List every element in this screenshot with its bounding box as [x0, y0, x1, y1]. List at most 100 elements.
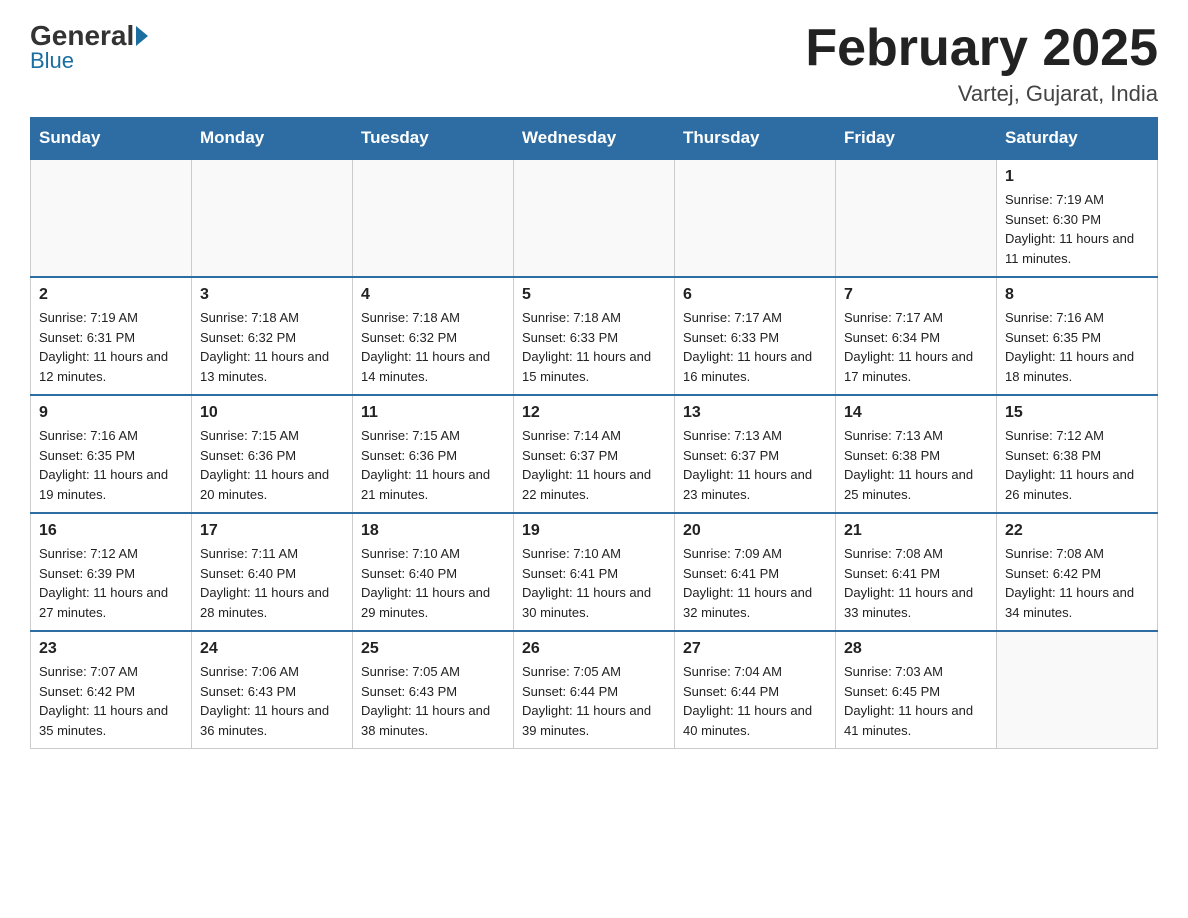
calendar-cell: 18Sunrise: 7:10 AMSunset: 6:40 PMDayligh…	[353, 513, 514, 631]
logo: General Blue	[30, 20, 150, 74]
day-number: 2	[39, 286, 183, 304]
calendar-cell: 17 Sunrise: 7:11 AMSunset: 6:40 PMDayligh…	[192, 513, 353, 631]
day-number: 24	[200, 640, 344, 658]
day-info: Sunrise: 7:10 AMSunset: 6:40 PMDaylight:…	[361, 544, 505, 622]
day-info: Sunrise: 7:08 AMSunset: 6:42 PMDaylight:…	[1005, 544, 1149, 622]
calendar-cell: 22 Sunrise: 7:08 AMSunset: 6:42 PMDayligh…	[997, 513, 1158, 631]
day-info: Sunrise: 7:18 AMSunset: 6:33 PMDaylight:…	[522, 308, 666, 386]
calendar-cell	[192, 159, 353, 277]
day-info: Sunrise: 7:11 AMSunset: 6:40 PMDaylight:…	[200, 544, 344, 622]
calendar-cell: 3 Sunrise: 7:18 AMSunset: 6:32 PMDaylight…	[192, 277, 353, 395]
weekday-header-saturday: Saturday	[997, 118, 1158, 160]
day-info: Sunrise: 7:05 AMSunset: 6:44 PMDaylight:…	[522, 662, 666, 740]
day-number: 4	[361, 286, 505, 304]
calendar-cell	[997, 631, 1158, 749]
calendar-cell	[31, 159, 192, 277]
calendar-cell: 5 Sunrise: 7:18 AMSunset: 6:33 PMDaylight…	[514, 277, 675, 395]
day-info: Sunrise: 7:12 AMSunset: 6:39 PMDaylight:…	[39, 544, 183, 622]
day-number: 16	[39, 522, 183, 540]
calendar-cell: 24 Sunrise: 7:06 AMSunset: 6:43 PMDayligh…	[192, 631, 353, 749]
calendar-cell: 28Sunrise: 7:03 AMSunset: 6:45 PMDayligh…	[836, 631, 997, 749]
day-info: Sunrise: 7:10 AMSunset: 6:41 PMDaylight:…	[522, 544, 666, 622]
calendar-cell	[514, 159, 675, 277]
day-info: Sunrise: 7:18 AMSunset: 6:32 PMDaylight:…	[361, 308, 505, 386]
day-number: 3	[200, 286, 344, 304]
day-info: Sunrise: 7:15 AMSunset: 6:36 PMDaylight:…	[200, 426, 344, 504]
day-number: 19	[522, 522, 666, 540]
calendar-cell: 11 Sunrise: 7:15 AMSunset: 6:36 PMDayligh…	[353, 395, 514, 513]
day-info: Sunrise: 7:06 AMSunset: 6:43 PMDaylight:…	[200, 662, 344, 740]
weekday-header-thursday: Thursday	[675, 118, 836, 160]
day-number: 25	[361, 640, 505, 658]
day-info: Sunrise: 7:17 AMSunset: 6:33 PMDaylight:…	[683, 308, 827, 386]
calendar-week-row: 23Sunrise: 7:07 AMSunset: 6:42 PMDayligh…	[31, 631, 1158, 749]
logo-blue-text: Blue	[30, 48, 74, 74]
month-title: February 2025	[805, 20, 1158, 77]
day-info: Sunrise: 7:13 AMSunset: 6:37 PMDaylight:…	[683, 426, 827, 504]
day-info: Sunrise: 7:15 AMSunset: 6:36 PMDaylight:…	[361, 426, 505, 504]
calendar-week-row: 16 Sunrise: 7:12 AMSunset: 6:39 PMDayligh…	[31, 513, 1158, 631]
location-label: Vartej, Gujarat, India	[805, 81, 1158, 107]
page-header: General Blue February 2025 Vartej, Gujar…	[30, 20, 1158, 107]
calendar-table: SundayMondayTuesdayWednesdayThursdayFrid…	[30, 117, 1158, 749]
day-number: 28	[844, 640, 988, 658]
calendar-week-row: 1Sunrise: 7:19 AMSunset: 6:30 PMDaylight…	[31, 159, 1158, 277]
day-info: Sunrise: 7:05 AMSunset: 6:43 PMDaylight:…	[361, 662, 505, 740]
calendar-cell: 27 Sunrise: 7:04 AMSunset: 6:44 PMDayligh…	[675, 631, 836, 749]
day-number: 6	[683, 286, 827, 304]
day-number: 14	[844, 404, 988, 422]
day-number: 5	[522, 286, 666, 304]
calendar-cell	[353, 159, 514, 277]
day-number: 20	[683, 522, 827, 540]
day-number: 17	[200, 522, 344, 540]
calendar-cell: 23Sunrise: 7:07 AMSunset: 6:42 PMDayligh…	[31, 631, 192, 749]
calendar-cell: 4 Sunrise: 7:18 AMSunset: 6:32 PMDaylight…	[353, 277, 514, 395]
calendar-cell: 12 Sunrise: 7:14 AMSunset: 6:37 PMDayligh…	[514, 395, 675, 513]
calendar-cell: 25 Sunrise: 7:05 AMSunset: 6:43 PMDayligh…	[353, 631, 514, 749]
day-info: Sunrise: 7:13 AMSunset: 6:38 PMDaylight:…	[844, 426, 988, 504]
calendar-cell: 21Sunrise: 7:08 AMSunset: 6:41 PMDayligh…	[836, 513, 997, 631]
day-number: 13	[683, 404, 827, 422]
day-number: 22	[1005, 522, 1149, 540]
day-number: 26	[522, 640, 666, 658]
day-info: Sunrise: 7:12 AMSunset: 6:38 PMDaylight:…	[1005, 426, 1149, 504]
title-area: February 2025 Vartej, Gujarat, India	[805, 20, 1158, 107]
day-info: Sunrise: 7:04 AMSunset: 6:44 PMDaylight:…	[683, 662, 827, 740]
day-info: Sunrise: 7:19 AMSunset: 6:31 PMDaylight:…	[39, 308, 183, 386]
weekday-header-tuesday: Tuesday	[353, 118, 514, 160]
day-info: Sunrise: 7:17 AMSunset: 6:34 PMDaylight:…	[844, 308, 988, 386]
day-number: 12	[522, 404, 666, 422]
day-info: Sunrise: 7:16 AMSunset: 6:35 PMDaylight:…	[1005, 308, 1149, 386]
day-info: Sunrise: 7:14 AMSunset: 6:37 PMDaylight:…	[522, 426, 666, 504]
weekday-header-monday: Monday	[192, 118, 353, 160]
calendar-cell: 10 Sunrise: 7:15 AMSunset: 6:36 PMDayligh…	[192, 395, 353, 513]
day-info: Sunrise: 7:08 AMSunset: 6:41 PMDaylight:…	[844, 544, 988, 622]
weekday-header-friday: Friday	[836, 118, 997, 160]
day-info: Sunrise: 7:09 AMSunset: 6:41 PMDaylight:…	[683, 544, 827, 622]
day-number: 7	[844, 286, 988, 304]
calendar-cell: 26 Sunrise: 7:05 AMSunset: 6:44 PMDayligh…	[514, 631, 675, 749]
calendar-week-row: 9Sunrise: 7:16 AMSunset: 6:35 PMDaylight…	[31, 395, 1158, 513]
calendar-cell	[836, 159, 997, 277]
calendar-cell: 9Sunrise: 7:16 AMSunset: 6:35 PMDaylight…	[31, 395, 192, 513]
day-info: Sunrise: 7:18 AMSunset: 6:32 PMDaylight:…	[200, 308, 344, 386]
weekday-header-sunday: Sunday	[31, 118, 192, 160]
calendar-cell: 13 Sunrise: 7:13 AMSunset: 6:37 PMDayligh…	[675, 395, 836, 513]
calendar-week-row: 2 Sunrise: 7:19 AMSunset: 6:31 PMDaylight…	[31, 277, 1158, 395]
day-number: 15	[1005, 404, 1149, 422]
calendar-cell: 15 Sunrise: 7:12 AMSunset: 6:38 PMDayligh…	[997, 395, 1158, 513]
logo-arrow-icon	[136, 26, 148, 46]
day-number: 8	[1005, 286, 1149, 304]
calendar-cell: 16 Sunrise: 7:12 AMSunset: 6:39 PMDayligh…	[31, 513, 192, 631]
calendar-cell: 8 Sunrise: 7:16 AMSunset: 6:35 PMDaylight…	[997, 277, 1158, 395]
day-info: Sunrise: 7:19 AMSunset: 6:30 PMDaylight:…	[1005, 190, 1149, 268]
calendar-cell: 1Sunrise: 7:19 AMSunset: 6:30 PMDaylight…	[997, 159, 1158, 277]
calendar-cell: 7 Sunrise: 7:17 AMSunset: 6:34 PMDaylight…	[836, 277, 997, 395]
day-number: 27	[683, 640, 827, 658]
day-number: 11	[361, 404, 505, 422]
day-info: Sunrise: 7:16 AMSunset: 6:35 PMDaylight:…	[39, 426, 183, 504]
day-info: Sunrise: 7:07 AMSunset: 6:42 PMDaylight:…	[39, 662, 183, 740]
day-number: 10	[200, 404, 344, 422]
weekday-header-row: SundayMondayTuesdayWednesdayThursdayFrid…	[31, 118, 1158, 160]
calendar-cell: 2 Sunrise: 7:19 AMSunset: 6:31 PMDaylight…	[31, 277, 192, 395]
